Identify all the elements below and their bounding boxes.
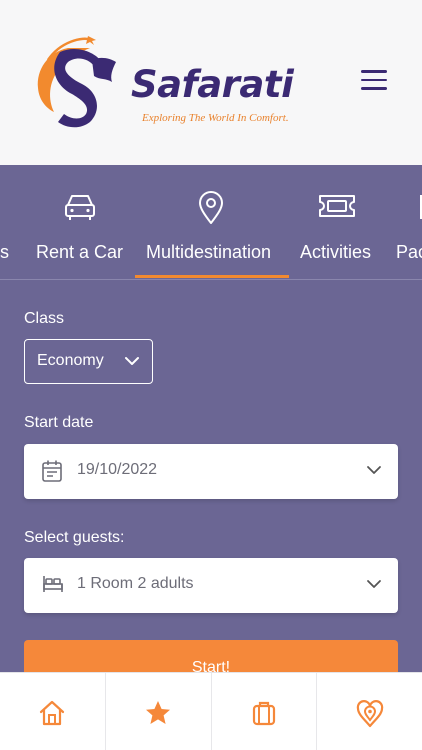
tab-activities[interactable]: Activities [300,165,376,279]
class-select[interactable]: Economy [24,339,153,384]
heart-pin-icon [356,700,383,728]
brand-tagline: Exploring The World In Comfort. [142,112,289,124]
class-value: Economy [37,352,104,369]
nav-favorites[interactable] [106,673,212,750]
brand-name: Safarati [131,63,294,106]
chevron-down-icon [367,580,381,588]
logo-mark-icon [37,36,116,128]
bottom-navigation [0,672,422,750]
tab-multidestination[interactable]: Multidestination [146,165,278,279]
nav-home[interactable] [0,673,106,750]
service-tabs: rs Rent a Car Multidestination Activitie… [0,165,422,280]
class-label: Class [24,310,65,327]
tab-label: rs [0,242,9,262]
tab-label: Pac [396,242,422,262]
guests-value: 1 Room 2 adults [77,575,194,592]
calendar-icon [42,460,62,482]
chevron-down-icon [367,466,381,474]
nav-destinations[interactable] [317,673,422,750]
guests-label: Select guests: [24,529,125,546]
tab-partial-left[interactable]: rs [0,165,14,279]
home-icon [40,700,65,726]
nav-bookings[interactable] [212,673,318,750]
start-date-label: Start date [24,414,94,431]
tab-packages[interactable]: Pac [396,165,422,279]
car-icon [65,195,95,220]
safarati-logo[interactable]: Safarati Exploring The World In Comfort. [30,30,294,130]
hamburger-menu-icon[interactable] [358,70,390,96]
star-icon [146,701,171,724]
ticket-icon [319,195,355,217]
chevron-down-icon [125,357,139,365]
suitcase-icon [252,701,275,726]
location-pin-icon [199,191,223,224]
tab-label: Rent a Car [36,242,124,262]
bed-icon [43,576,63,592]
tab-rent-a-car[interactable]: Rent a Car [36,165,124,279]
guests-field[interactable]: 1 Room 2 adults [24,558,398,613]
tab-label: Multidestination [146,242,272,262]
tab-label: Activities [300,242,372,262]
start-date-field[interactable]: 19/10/2022 [24,444,398,499]
active-tab-indicator [135,275,289,278]
start-date-value: 19/10/2022 [77,461,158,478]
app-header: Safarati Exploring The World In Comfort. [0,0,422,165]
